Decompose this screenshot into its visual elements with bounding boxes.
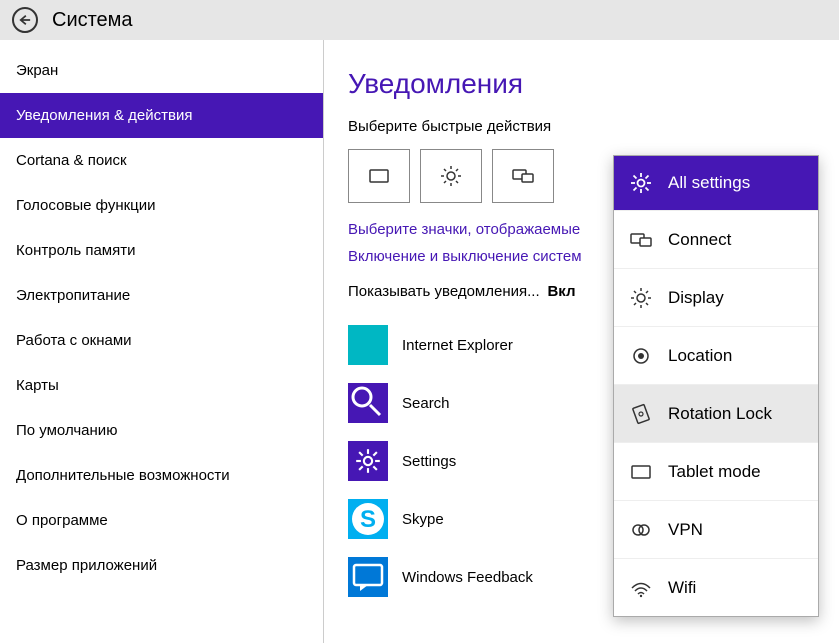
sidebar-item-optional-features[interactable]: Дополнительные возможности xyxy=(0,453,323,498)
sidebar-item-label: По умолчанию xyxy=(16,422,117,439)
sidebar-item-maps[interactable]: Карты xyxy=(0,363,323,408)
main-panel: Уведомления Выберите быстрые действия Вы… xyxy=(324,40,839,643)
sidebar-item-label: Размер приложений xyxy=(16,557,157,574)
sidebar-item-notifications[interactable]: Уведомления & действия xyxy=(0,93,323,138)
quick-tile-brightness[interactable] xyxy=(420,149,482,203)
dropdown-item-location[interactable]: Location xyxy=(614,326,818,384)
sidebar-item-speech[interactable]: Голосовые функции xyxy=(0,183,323,228)
sidebar-item-label: Работа с окнами xyxy=(16,332,132,349)
dropdown-item-label: Location xyxy=(668,346,732,366)
dropdown-item-tablet-mode[interactable]: Tablet mode xyxy=(614,442,818,500)
sidebar-item-storage[interactable]: Контроль памяти xyxy=(0,228,323,273)
dropdown-item-wifi[interactable]: Wifi xyxy=(614,558,818,616)
location-icon xyxy=(630,345,652,367)
sidebar-item-label: Электропитание xyxy=(16,287,130,304)
sidebar-item-label: Экран xyxy=(16,62,58,79)
gear-icon xyxy=(348,441,388,481)
dropdown-header-all-settings[interactable]: All settings xyxy=(614,156,818,210)
sidebar-item-app-sizes[interactable]: Размер приложений xyxy=(0,543,323,588)
header-bar: Система xyxy=(0,0,839,40)
arrow-left-icon xyxy=(19,14,31,26)
tablet-icon xyxy=(630,461,652,483)
wifi-icon xyxy=(630,577,652,599)
dropdown-item-label: Wifi xyxy=(668,578,696,598)
dropdown-item-label: Rotation Lock xyxy=(668,404,772,424)
dropdown-item-rotation-lock[interactable]: Rotation Lock xyxy=(614,384,818,442)
sidebar-item-display[interactable]: Экран xyxy=(0,48,323,93)
tablet-icon xyxy=(368,165,390,187)
brightness-icon xyxy=(440,165,462,187)
show-notifications-state: Вкл xyxy=(547,283,575,300)
sidebar-item-label: Контроль памяти xyxy=(16,242,135,259)
sidebar-item-label: Cortana & поиск xyxy=(16,152,127,169)
sidebar-item-label: Уведомления & действия xyxy=(16,107,192,124)
quick-action-dropdown: All settings Connect Display Location Ro… xyxy=(613,155,819,617)
sidebar-item-multitasking[interactable]: Работа с окнами xyxy=(0,318,323,363)
show-notifications-label: Показывать уведомления... xyxy=(348,283,543,300)
quick-tile-tablet[interactable] xyxy=(348,149,410,203)
header-title: Система xyxy=(52,9,133,32)
brightness-icon xyxy=(630,287,652,309)
dropdown-item-label: Connect xyxy=(668,230,731,250)
dropdown-item-label: VPN xyxy=(668,520,703,540)
sidebar-item-power[interactable]: Электропитание xyxy=(0,273,323,318)
feedback-icon xyxy=(348,557,388,597)
connect-icon xyxy=(630,229,652,251)
dropdown-item-display[interactable]: Display xyxy=(614,268,818,326)
sidebar-item-label: Голосовые функции xyxy=(16,197,156,214)
dropdown-item-label: Display xyxy=(668,288,724,308)
page-title: Уведомления xyxy=(348,68,815,100)
sidebar: Экран Уведомления & действия Cortana & п… xyxy=(0,40,324,643)
sidebar-item-default-apps[interactable]: По умолчанию xyxy=(0,408,323,453)
quick-actions-label: Выберите быстрые действия xyxy=(348,118,815,135)
ie-icon xyxy=(348,325,388,365)
sidebar-item-about[interactable]: О программе xyxy=(0,498,323,543)
dropdown-item-vpn[interactable]: VPN xyxy=(614,500,818,558)
sidebar-item-label: Карты xyxy=(16,377,59,394)
sidebar-item-label: О программе xyxy=(16,512,108,529)
quick-tile-connect[interactable] xyxy=(492,149,554,203)
dropdown-item-connect[interactable]: Connect xyxy=(614,210,818,268)
gear-icon xyxy=(630,172,652,194)
back-button[interactable] xyxy=(12,7,38,33)
rotation-lock-icon xyxy=(630,403,652,425)
vpn-icon xyxy=(630,519,652,541)
skype-icon xyxy=(348,499,388,539)
sidebar-item-cortana[interactable]: Cortana & поиск xyxy=(0,138,323,183)
sidebar-item-label: Дополнительные возможности xyxy=(16,467,230,484)
connect-icon xyxy=(512,165,534,187)
dropdown-header-label: All settings xyxy=(668,173,750,193)
dropdown-item-label: Tablet mode xyxy=(668,462,761,482)
search-icon xyxy=(348,383,388,423)
